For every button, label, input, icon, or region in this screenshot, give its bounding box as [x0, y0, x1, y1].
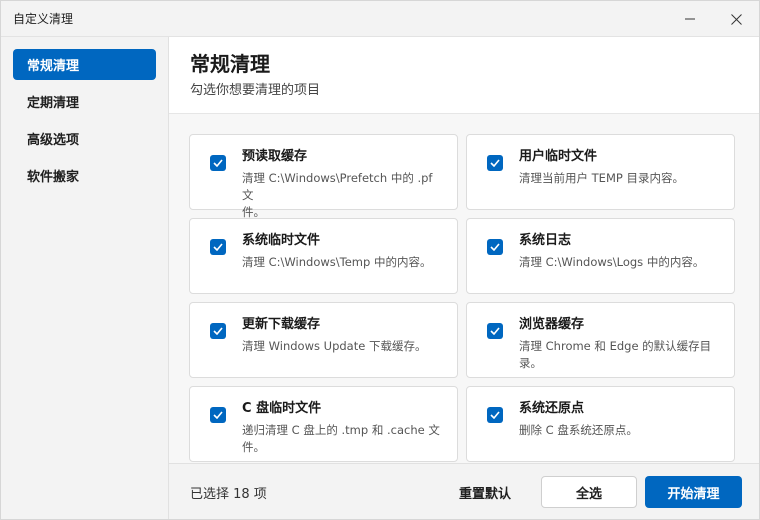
- option-description: 清理 C:\Windows\Prefetch 中的 .pf 文 件。: [242, 170, 445, 221]
- checkbox[interactable]: [487, 239, 503, 255]
- minimize-button[interactable]: [667, 1, 713, 37]
- options-scroll-area[interactable]: 预读取缓存 清理 C:\Windows\Prefetch 中的 .pf 文 件。…: [169, 114, 759, 463]
- main-panel: 常规清理 勾选你想要清理的项目 预读取缓存 清理 C:\Windows\Pref…: [169, 37, 759, 519]
- window-controls: [667, 1, 759, 37]
- option-description: 清理 C:\Windows\Logs 中的内容。: [519, 254, 722, 271]
- footer-bar: 已选择 18 项 重置默认 全选 开始清理: [169, 463, 759, 519]
- checkmark-icon: [213, 159, 223, 167]
- sidebar-item-scheduled-clean[interactable]: 定期清理: [13, 86, 156, 117]
- checkmark-icon: [213, 327, 223, 335]
- checkbox[interactable]: [210, 407, 226, 423]
- sidebar-item-label: 定期清理: [27, 96, 80, 111]
- page-title: 常规清理: [190, 52, 270, 76]
- option-title: 浏览器缓存: [519, 317, 585, 332]
- app-window: 自定义清理 常规清理 定期清理 高级选项 软件搬家 常规清理 勾选你想要清理的项…: [0, 0, 760, 520]
- window-title: 自定义清理: [13, 12, 74, 26]
- sidebar-item-software-move[interactable]: 软件搬家: [13, 160, 156, 191]
- checkbox[interactable]: [487, 155, 503, 171]
- option-description-line: 清理当前用户 TEMP 目录内容。: [519, 171, 684, 185]
- options-grid: 预读取缓存 清理 C:\Windows\Prefetch 中的 .pf 文 件。…: [189, 134, 735, 462]
- reset-defaults-button[interactable]: 重置默认: [445, 476, 525, 508]
- option-card-prefetch-cache[interactable]: 预读取缓存 清理 C:\Windows\Prefetch 中的 .pf 文 件。: [189, 134, 458, 219]
- checkmark-icon: [490, 411, 500, 419]
- option-title: 更新下载缓存: [242, 317, 321, 332]
- page-subtitle: 勾选你想要清理的项目: [190, 83, 321, 98]
- option-description-line: 清理 Chrome 和 Edge 的默认缓存目: [519, 339, 712, 353]
- checkmark-icon: [490, 243, 500, 251]
- option-title: 预读取缓存: [242, 149, 308, 164]
- option-card-system-temp[interactable]: 系统临时文件 清理 C:\Windows\Temp 中的内容。: [189, 218, 458, 294]
- page-header: 常规清理 勾选你想要清理的项目: [169, 37, 759, 114]
- checkbox[interactable]: [210, 239, 226, 255]
- option-description-line: 清理 C:\Windows\Temp 中的内容。: [242, 255, 432, 269]
- option-description-line: 删除 C 盘系统还原点。: [519, 423, 638, 437]
- checkmark-icon: [490, 159, 500, 167]
- option-description-line: 件。: [242, 440, 265, 454]
- select-all-button[interactable]: 全选: [541, 476, 637, 508]
- option-description: 清理 Windows Update 下载缓存。: [242, 338, 445, 355]
- option-card-c-drive-temp[interactable]: C 盘临时文件 递归清理 C 盘上的 .tmp 和 .cache 文 件。: [189, 386, 458, 462]
- sidebar: 常规清理 定期清理 高级选项 软件搬家: [1, 37, 169, 519]
- checkbox[interactable]: [210, 155, 226, 171]
- option-title: 系统日志: [519, 233, 572, 248]
- option-title: C 盘临时文件: [242, 401, 322, 416]
- close-button[interactable]: [713, 1, 759, 37]
- option-card-user-temp[interactable]: 用户临时文件 清理当前用户 TEMP 目录内容。: [466, 134, 735, 210]
- checkbox[interactable]: [487, 323, 503, 339]
- option-description: 清理当前用户 TEMP 目录内容。: [519, 170, 722, 187]
- option-description-line: 清理 C:\Windows\Prefetch 中的 .pf 文: [242, 171, 433, 202]
- sidebar-item-advanced-options[interactable]: 高级选项: [13, 123, 156, 154]
- option-title: 系统还原点: [519, 401, 585, 416]
- option-card-update-cache[interactable]: 更新下载缓存 清理 Windows Update 下载缓存。: [189, 302, 458, 378]
- option-description-line: 录。: [519, 356, 542, 370]
- checkbox[interactable]: [487, 407, 503, 423]
- sidebar-item-general-clean[interactable]: 常规清理: [13, 49, 156, 80]
- option-description-line: 清理 Windows Update 下载缓存。: [242, 339, 427, 353]
- option-title: 用户临时文件: [519, 149, 598, 164]
- selected-count: 已选择 18 项: [190, 487, 267, 502]
- sidebar-item-label: 常规清理: [27, 59, 80, 74]
- checkmark-icon: [213, 411, 223, 419]
- option-card-browser-cache[interactable]: 浏览器缓存 清理 Chrome 和 Edge 的默认缓存目 录。: [466, 302, 735, 378]
- option-description-line: 清理 C:\Windows\Logs 中的内容。: [519, 255, 705, 269]
- sidebar-item-label: 软件搬家: [27, 170, 80, 185]
- option-description: 清理 C:\Windows\Temp 中的内容。: [242, 254, 445, 271]
- option-description: 删除 C 盘系统还原点。: [519, 422, 722, 439]
- option-description: 清理 Chrome 和 Edge 的默认缓存目 录。: [519, 338, 722, 372]
- close-icon: [730, 13, 742, 25]
- checkbox[interactable]: [210, 323, 226, 339]
- option-title: 系统临时文件: [242, 233, 321, 248]
- option-description: 递归清理 C 盘上的 .tmp 和 .cache 文 件。: [242, 422, 445, 456]
- option-card-restore-points[interactable]: 系统还原点 删除 C 盘系统还原点。: [466, 386, 735, 462]
- minimize-icon: [685, 14, 695, 24]
- option-description-line: 递归清理 C 盘上的 .tmp 和 .cache 文: [242, 423, 440, 437]
- option-card-system-logs[interactable]: 系统日志 清理 C:\Windows\Logs 中的内容。: [466, 218, 735, 294]
- checkmark-icon: [490, 327, 500, 335]
- sidebar-item-label: 高级选项: [27, 133, 80, 148]
- start-clean-button[interactable]: 开始清理: [645, 476, 742, 508]
- checkmark-icon: [213, 243, 223, 251]
- title-bar: 自定义清理: [1, 1, 759, 37]
